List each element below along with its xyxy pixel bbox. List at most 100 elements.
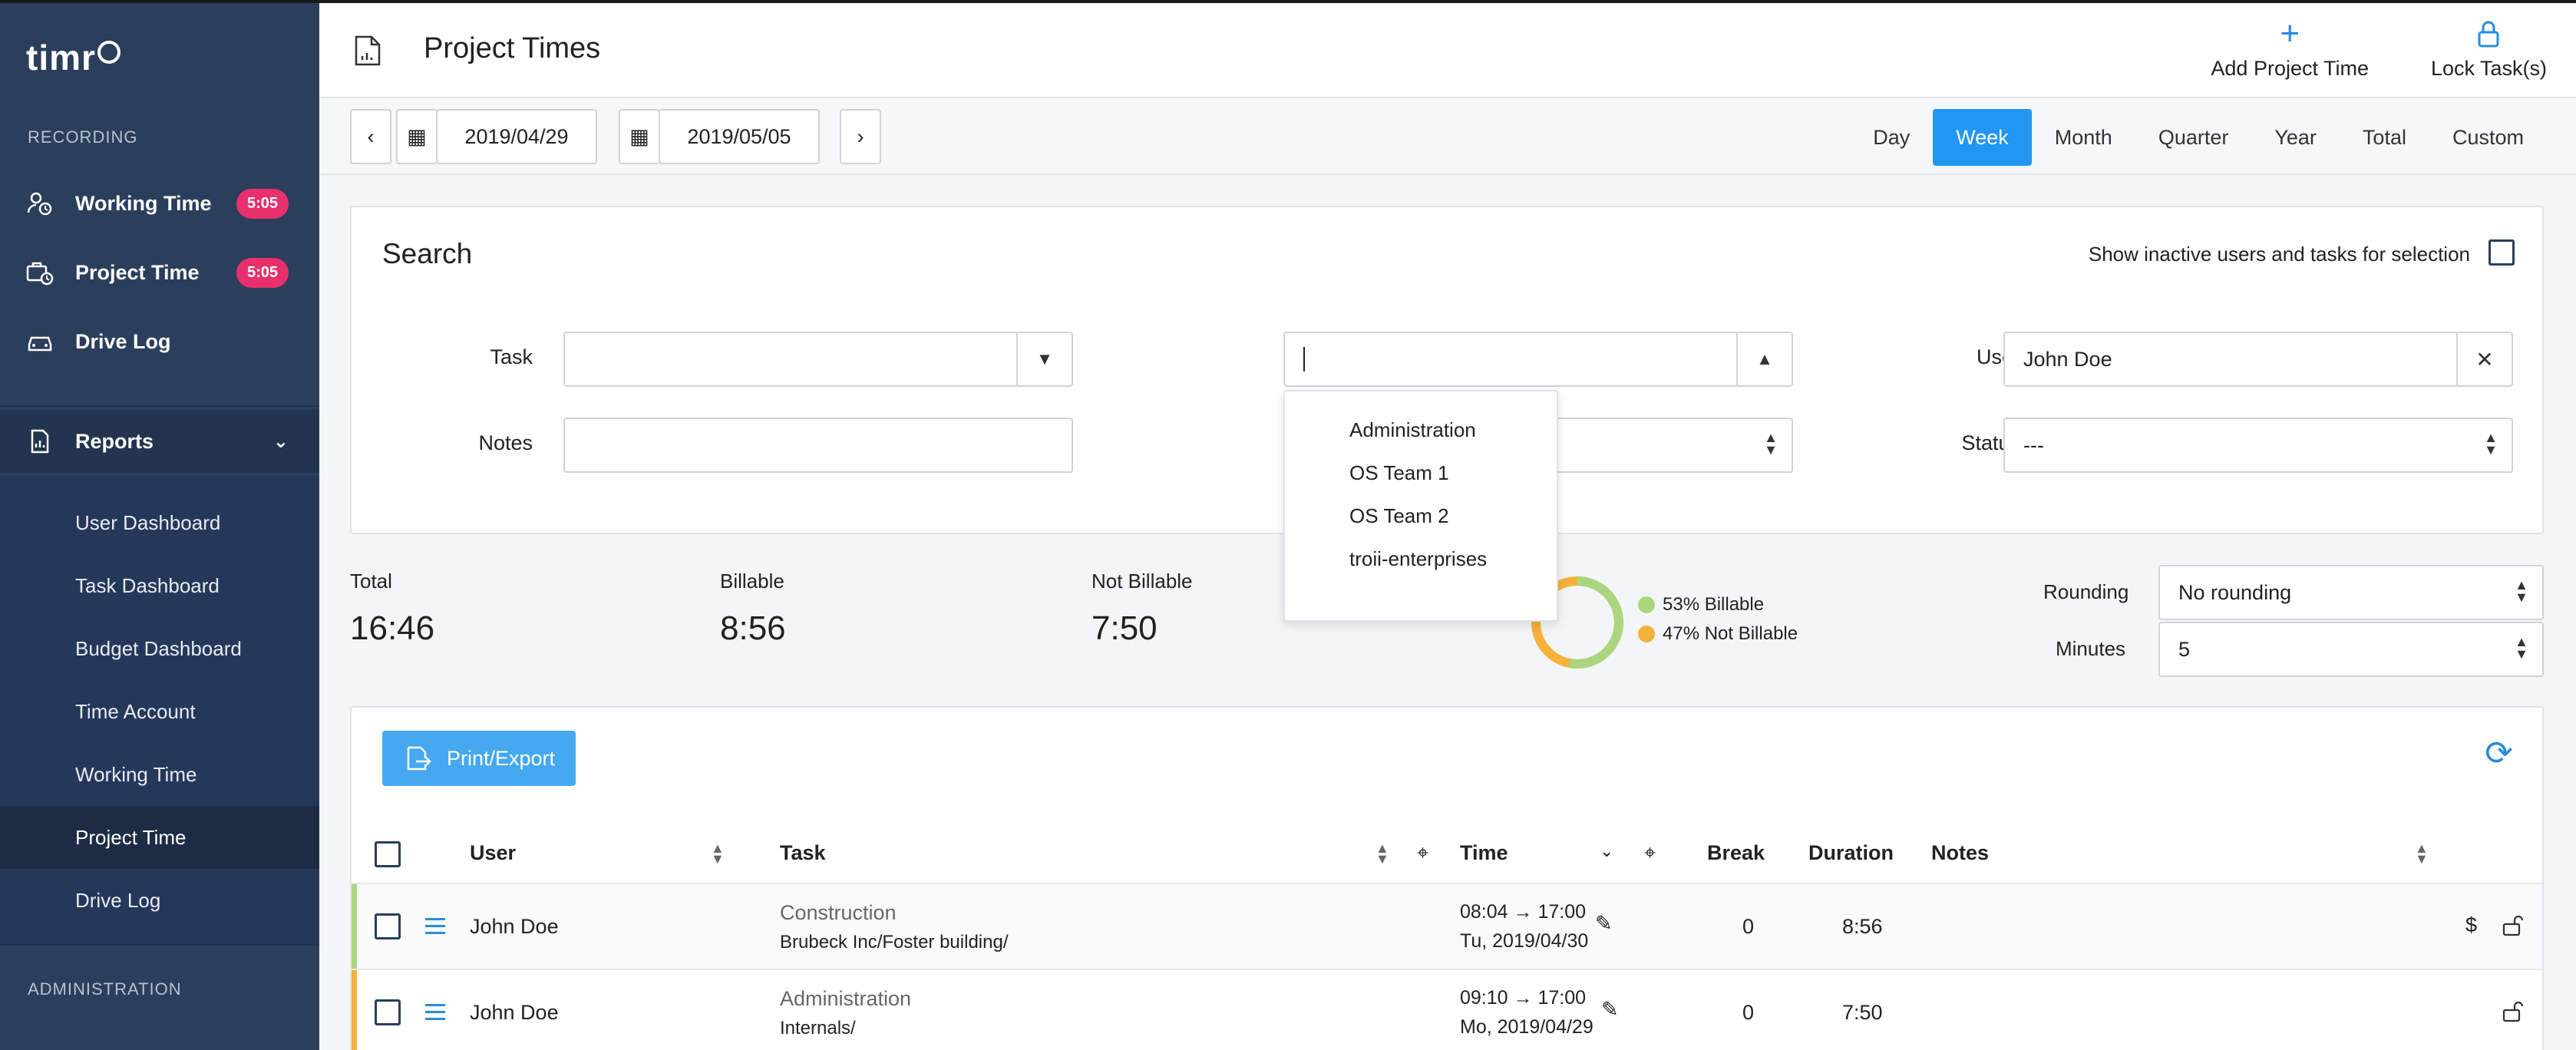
tab-custom[interactable]: Custom: [2429, 109, 2547, 166]
unlock-icon[interactable]: [2501, 999, 2525, 1029]
legend-dot: [1638, 626, 1655, 642]
row-menu-icon[interactable]: [425, 918, 445, 939]
tab-total[interactable]: Total: [2340, 109, 2429, 166]
caret-down-icon[interactable]: ▼: [1016, 333, 1072, 385]
lock-tasks-button[interactable]: Lock Task(s): [2431, 18, 2547, 81]
plus-icon: +: [2280, 15, 2300, 52]
sort-icon[interactable]: ▲ ▼: [711, 841, 725, 866]
row-date: Tu, 2019/04/30: [1460, 930, 1589, 952]
row-menu-icon[interactable]: [425, 1004, 445, 1025]
lock-icon: [2431, 18, 2547, 49]
column-header-break[interactable]: Break: [1707, 841, 1765, 865]
results-panel: Print/Export ⟳ User ▲ ▼ Task ▲ ▼ ⌖ Time ⌄ …: [350, 706, 2544, 1050]
organization-option[interactable]: troii-enterprises: [1285, 537, 1557, 580]
organization-option[interactable]: OS Team 1: [1285, 451, 1557, 494]
timr-logo[interactable]: timr: [26, 37, 121, 78]
sidebar-subitem-working-time[interactable]: Working Time: [0, 743, 319, 806]
status-select[interactable]: --- ▲ ▼: [2003, 418, 2513, 473]
table-row[interactable]: John Doe Administration Internals/ 09:10…: [352, 969, 2542, 1050]
start-date-calendar-button[interactable]: ▦: [396, 109, 438, 164]
sidebar-item-project-time[interactable]: Project Time 5:05: [0, 241, 319, 304]
print-export-button[interactable]: Print/Export: [382, 731, 576, 786]
column-header-user[interactable]: User: [470, 841, 516, 865]
sort-icon[interactable]: ▲ ▼: [1376, 841, 1389, 866]
billable-dollar-icon: $: [2465, 913, 2478, 936]
page-header: Project Times + Add Project Time Lock Ta…: [319, 3, 2576, 98]
show-inactive-checkbox[interactable]: [2488, 239, 2515, 266]
section-label-administration: ADMINISTRATION: [28, 979, 182, 999]
sidebar-item-working-time[interactable]: Working Time 5:05: [0, 172, 319, 235]
text-cursor: [1303, 347, 1305, 371]
notes-input[interactable]: [563, 418, 1073, 473]
add-project-time-button[interactable]: + Add Project Time: [2211, 15, 2369, 81]
tab-quarter[interactable]: Quarter: [2135, 109, 2252, 166]
sidebar-divider: [0, 405, 319, 407]
legend-dot: [1638, 596, 1655, 613]
timer-badge: 5:05: [236, 257, 289, 288]
row-task-path: Brubeck Inc/Foster building/: [780, 932, 1009, 953]
rounding-label: Rounding: [2043, 580, 2129, 603]
sidebar-subitem-budget-dashboard[interactable]: Budget Dashboard: [0, 617, 319, 680]
show-inactive-label: Show inactive users and tasks for select…: [2088, 243, 2470, 266]
legend-billable-label: 53% Billable: [1663, 594, 1765, 615]
search-title: Search: [382, 238, 473, 269]
crosshair-icon[interactable]: ⌖: [1417, 841, 1428, 866]
row-status-bar: [352, 884, 357, 970]
column-header-time[interactable]: Time: [1460, 841, 1508, 865]
caret-up-icon[interactable]: ▲: [1736, 333, 1792, 385]
row-user: John Doe: [470, 915, 559, 938]
user-select[interactable]: John Doe ✕: [2003, 332, 2513, 387]
logo-clock-icon: [97, 41, 121, 64]
sidebar-subitem-drive-log[interactable]: Drive Log: [0, 869, 319, 932]
add-project-time-label: Add Project Time: [2211, 57, 2369, 80]
rounding-select[interactable]: No rounding ▲ ▼: [2158, 565, 2544, 620]
sort-down-icon[interactable]: ⌄: [1600, 841, 1613, 861]
sidebar-divider: [0, 944, 319, 946]
sidebar-item-reports[interactable]: Reports ⌄: [0, 410, 319, 473]
clear-user-icon[interactable]: ✕: [2456, 333, 2512, 385]
row-checkbox[interactable]: [375, 999, 401, 1025]
row-time: 08:04 → 17:00: [1460, 901, 1587, 923]
previous-period-button[interactable]: ‹: [350, 109, 391, 164]
select-arrows-icon: ▲ ▼: [2515, 577, 2528, 605]
organization-option[interactable]: Administration: [1285, 408, 1557, 451]
select-all-checkbox[interactable]: [375, 841, 401, 867]
tab-month[interactable]: Month: [2032, 109, 2135, 166]
sidebar-subitem-task-dashboard[interactable]: Task Dashboard: [0, 554, 319, 617]
select-arrows-icon: ▲ ▼: [2515, 634, 2528, 662]
column-header-notes[interactable]: Notes: [1931, 841, 1989, 865]
sort-icon[interactable]: ▲ ▼: [2415, 841, 2429, 866]
tab-week[interactable]: Week: [1933, 109, 2032, 166]
end-date-input[interactable]: 2019/05/05: [659, 109, 820, 164]
date-toolbar: ‹ ▦ 2019/04/29 ▦ 2019/05/05 › Day Week M…: [319, 98, 2576, 175]
refresh-icon[interactable]: ⟳: [2485, 734, 2513, 773]
column-header-task[interactable]: Task: [780, 841, 826, 865]
pencil-icon[interactable]: ✎: [1595, 912, 1613, 936]
organization-input[interactable]: ▲: [1283, 332, 1793, 387]
crosshair-icon[interactable]: ⌖: [1644, 841, 1656, 866]
page-title: Project Times: [424, 32, 601, 64]
start-date-input[interactable]: 2019/04/29: [436, 109, 597, 164]
sidebar-subitem-time-account[interactable]: Time Account: [0, 680, 319, 743]
minutes-select[interactable]: 5 ▲ ▼: [2158, 622, 2544, 677]
unlock-icon[interactable]: [2501, 913, 2525, 943]
tab-year[interactable]: Year: [2251, 109, 2340, 166]
row-status-bar: [352, 970, 357, 1050]
table-row[interactable]: John Doe Construction Brubeck Inc/Foster…: [352, 883, 2542, 970]
car-icon: [28, 336, 52, 352]
pencil-icon[interactable]: ✎: [1601, 998, 1619, 1022]
sidebar-item-label: Working Time: [75, 191, 212, 215]
tab-day[interactable]: Day: [1850, 109, 1933, 166]
sidebar-item-drive-log[interactable]: Drive Log: [0, 310, 319, 373]
minutes-label: Minutes: [2056, 637, 2126, 660]
sidebar: timr RECORDING Working Time 5:05 Project…: [0, 3, 319, 1050]
sidebar-subitem-user-dashboard[interactable]: User Dashboard: [0, 491, 319, 554]
organization-option[interactable]: OS Team 2: [1285, 494, 1557, 537]
task-select[interactable]: ▼: [563, 332, 1073, 387]
end-date-calendar-button[interactable]: ▦: [619, 109, 660, 164]
task-label: Task: [490, 345, 533, 368]
column-header-duration[interactable]: Duration: [1808, 841, 1894, 865]
row-checkbox[interactable]: [375, 913, 401, 939]
sidebar-subitem-project-time[interactable]: Project Time: [0, 806, 319, 869]
next-period-button[interactable]: ›: [840, 109, 881, 164]
